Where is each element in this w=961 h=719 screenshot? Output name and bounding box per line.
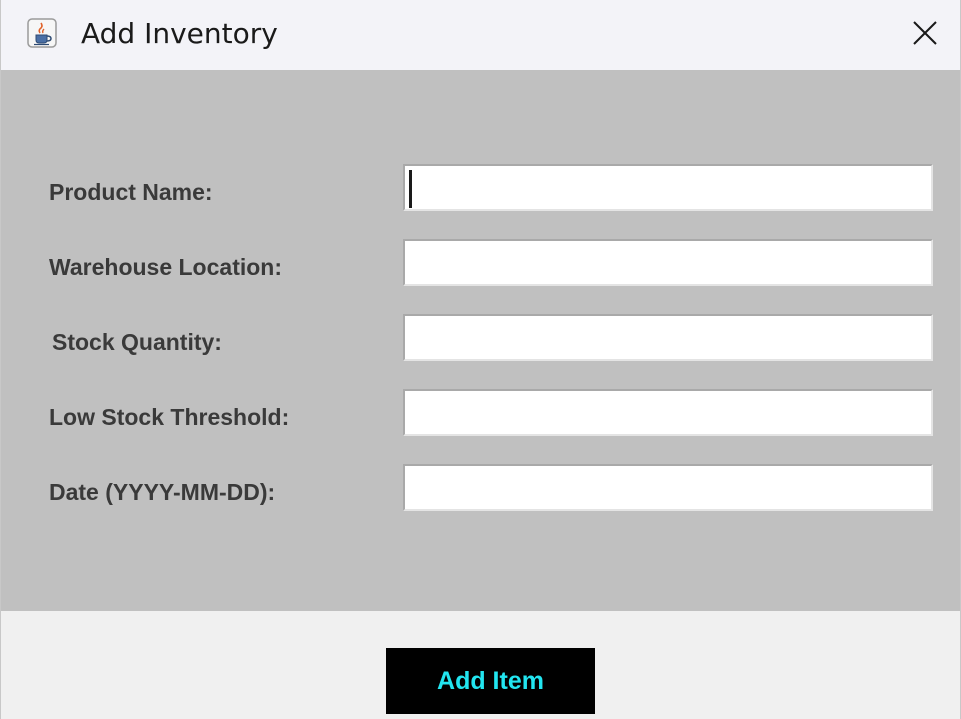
product-name-input[interactable] <box>403 164 933 211</box>
add-inventory-window: Add Inventory Product Name: Warehouse Lo… <box>0 0 961 719</box>
stock-quantity-input[interactable] <box>403 314 933 361</box>
window-title: Add Inventory <box>81 17 278 50</box>
product-name-label: Product Name: <box>49 179 213 205</box>
warehouse-location-input[interactable] <box>403 239 933 286</box>
low-stock-threshold-label: Low Stock Threshold: <box>49 404 290 430</box>
add-item-button[interactable]: Add Item <box>386 648 595 714</box>
stock-quantity-label: Stock Quantity: <box>52 329 222 355</box>
java-cup-icon <box>27 18 57 48</box>
title-bar[interactable]: Add Inventory <box>1 0 960 70</box>
close-button[interactable] <box>890 0 960 70</box>
warehouse-location-label: Warehouse Location: <box>49 254 282 280</box>
date-label: Date (YYYY-MM-DD): <box>49 479 276 505</box>
text-caret <box>409 170 412 208</box>
date-input[interactable] <box>403 464 933 511</box>
close-icon <box>912 20 938 51</box>
low-stock-threshold-input[interactable] <box>403 389 933 436</box>
